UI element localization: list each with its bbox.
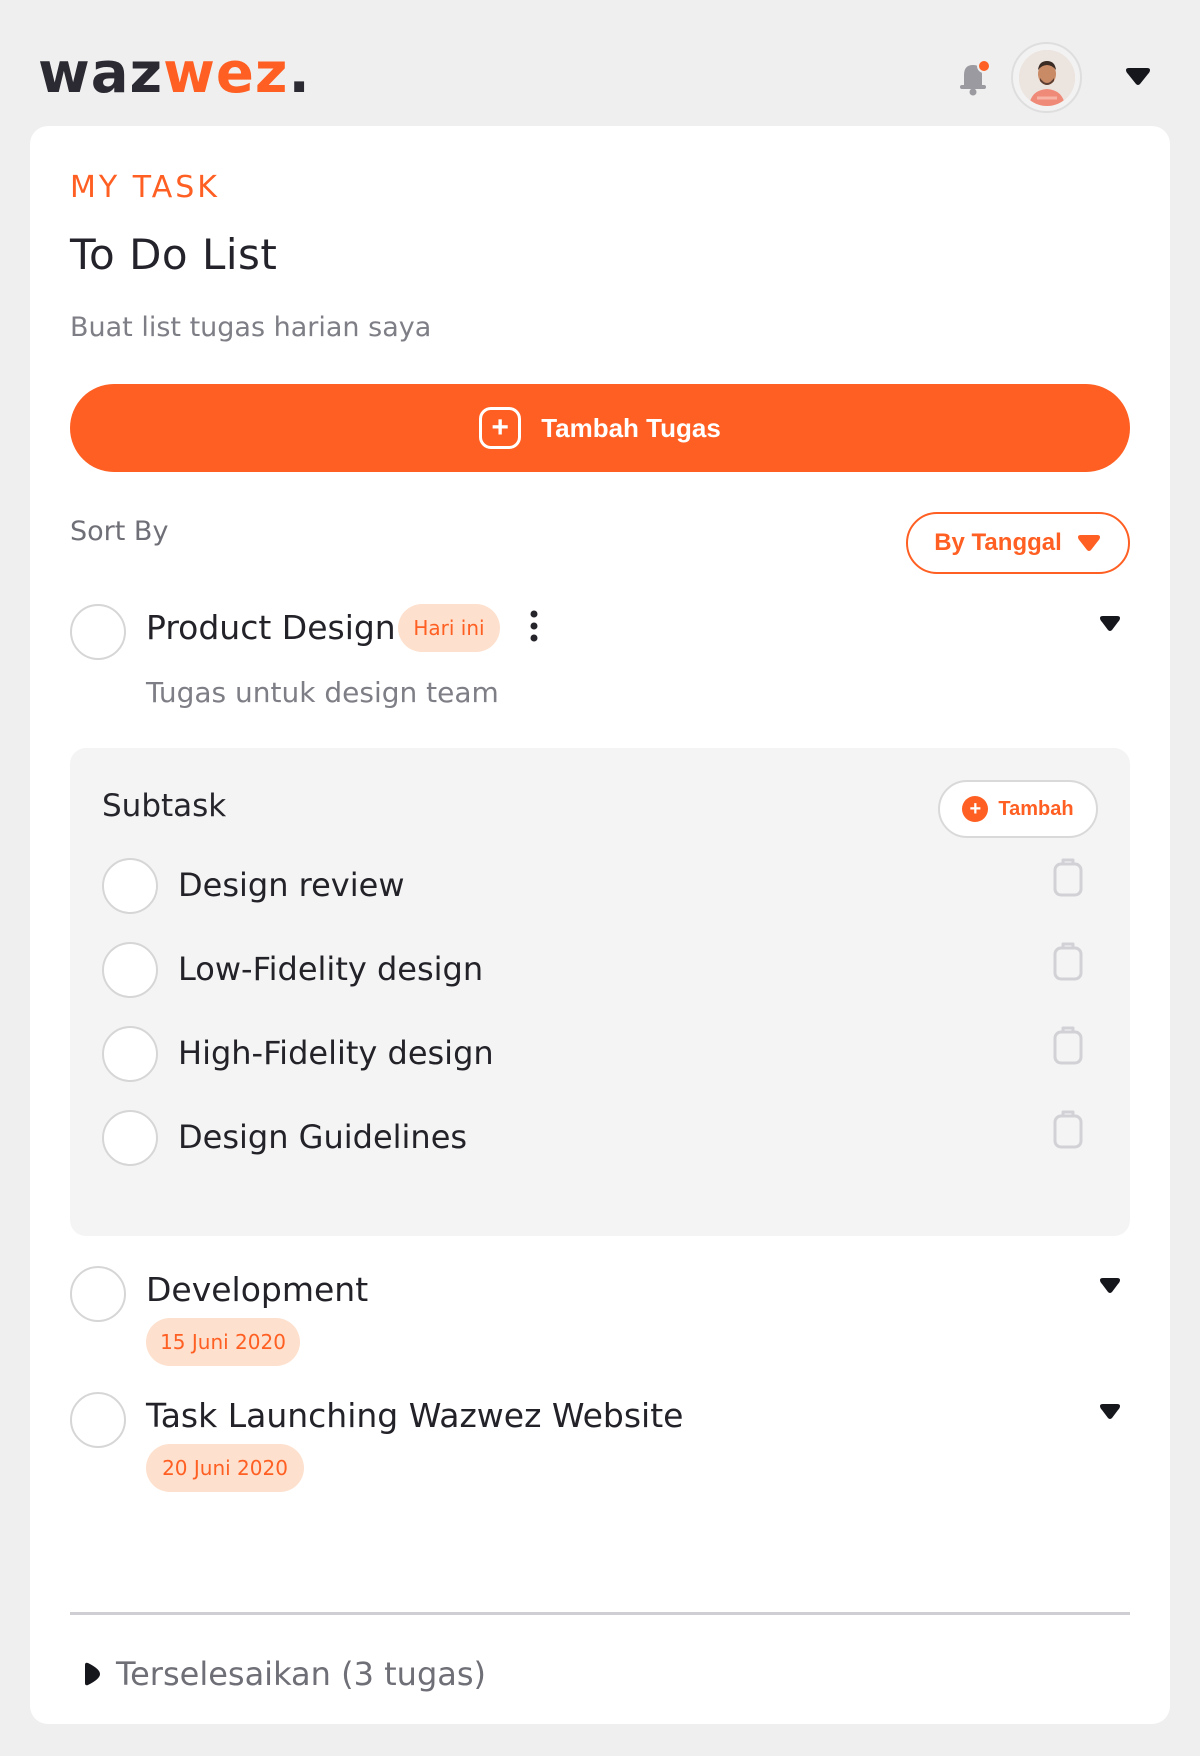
today-badge: Hari ini xyxy=(398,604,500,652)
sort-value: By Tanggal xyxy=(934,529,1062,556)
subtask-label[interactable]: High-Fidelity design xyxy=(178,1034,494,1072)
due-date-badge: 15 Juni 2020 xyxy=(146,1318,300,1366)
top-bar: wazwez. xyxy=(0,0,1200,126)
avatar-photo xyxy=(1018,49,1075,106)
subtask-item: Low-Fidelity design xyxy=(102,942,1102,1002)
sort-dropdown[interactable]: By Tanggal xyxy=(906,512,1130,574)
user-avatar[interactable] xyxy=(1011,42,1082,113)
add-task-button[interactable]: + Tambah Tugas xyxy=(70,384,1130,472)
account-menu-caret-icon[interactable] xyxy=(1124,66,1152,88)
subtask-panel: Subtask + Tambah Design review Low-Fidel… xyxy=(70,748,1130,1236)
trash-icon[interactable] xyxy=(1052,858,1084,898)
page-subtitle: Buat list tugas harian saya xyxy=(70,312,432,343)
task-title[interactable]: Development xyxy=(146,1270,368,1309)
page-title: To Do List xyxy=(70,230,278,279)
add-task-label: Tambah Tugas xyxy=(541,412,721,443)
completed-tasks-toggle[interactable]: Terselesaikan (3 tugas) xyxy=(82,1648,486,1700)
section-eyebrow: MY TASK xyxy=(70,170,220,205)
task-title[interactable]: Product Design xyxy=(146,608,396,647)
due-date-badge: 20 Juni 2020 xyxy=(146,1444,304,1492)
notification-bell-icon[interactable] xyxy=(957,59,991,97)
subtask-checkbox[interactable] xyxy=(102,942,158,998)
task-card: MY TASK To Do List Buat list tugas haria… xyxy=(30,126,1170,1724)
logo-text-waz: waz xyxy=(38,41,164,106)
task-checkbox[interactable] xyxy=(70,1266,126,1322)
subtask-label[interactable]: Design Guidelines xyxy=(178,1118,467,1156)
collapse-caret-icon[interactable] xyxy=(1098,614,1122,634)
task-title[interactable]: Task Launching Wazwez Website xyxy=(146,1396,683,1435)
expand-caret-icon[interactable] xyxy=(1098,1276,1122,1296)
wazwez-logo[interactable]: wazwez. xyxy=(38,36,311,112)
subtask-item: Design Guidelines xyxy=(102,1110,1102,1170)
subtask-label[interactable]: Low-Fidelity design xyxy=(178,950,483,988)
add-subtask-label: Tambah xyxy=(998,797,1074,820)
subtask-heading: Subtask xyxy=(102,788,227,824)
logo-dot: . xyxy=(288,41,311,106)
logo-text-wez: wez xyxy=(163,41,289,106)
trash-icon[interactable] xyxy=(1052,1110,1084,1150)
subtask-checkbox[interactable] xyxy=(102,858,158,914)
divider xyxy=(70,1612,1130,1615)
subtask-item: Design review xyxy=(102,858,1102,918)
subtask-label[interactable]: Design review xyxy=(178,866,404,904)
chevron-down-icon xyxy=(1077,535,1100,551)
expand-caret-icon[interactable] xyxy=(1098,1402,1122,1422)
subtask-item: High-Fidelity design xyxy=(102,1026,1102,1086)
completed-tasks-label: Terselesaikan (3 tugas) xyxy=(116,1655,487,1693)
plus-circle-icon: + xyxy=(962,796,989,822)
subtask-checkbox[interactable] xyxy=(102,1110,158,1166)
add-subtask-button[interactable]: + Tambah xyxy=(938,780,1098,838)
task-checkbox[interactable] xyxy=(70,604,126,660)
task-checkbox[interactable] xyxy=(70,1392,126,1448)
trash-icon[interactable] xyxy=(1052,942,1084,982)
subtask-checkbox[interactable] xyxy=(102,1026,158,1082)
caret-right-icon xyxy=(85,1662,100,1686)
plus-square-icon: + xyxy=(479,407,522,449)
task-description: Tugas untuk design team xyxy=(146,676,499,709)
trash-icon[interactable] xyxy=(1052,1026,1084,1066)
sort-label: Sort By xyxy=(70,516,169,547)
more-options-icon[interactable] xyxy=(527,608,541,648)
